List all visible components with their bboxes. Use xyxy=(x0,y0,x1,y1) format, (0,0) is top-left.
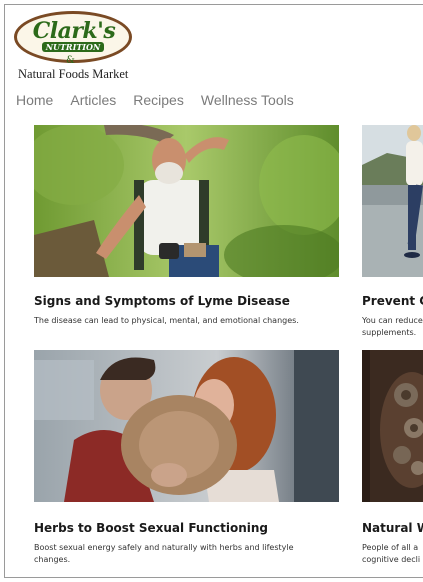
article-title[interactable]: Natural W xyxy=(362,521,423,535)
nav-home[interactable]: Home xyxy=(16,92,53,108)
article-card-natural[interactable]: Natural W People of all a cognitive decl… xyxy=(362,350,423,570)
nav-recipes[interactable]: Recipes xyxy=(133,92,184,108)
article-image-hiker[interactable] xyxy=(34,125,339,277)
article-image-gears[interactable] xyxy=(362,350,423,502)
article-description: You can reduce supplements. xyxy=(362,316,423,337)
nav-articles[interactable]: Articles xyxy=(70,92,116,108)
article-description: People of all a cognitive decli xyxy=(362,543,421,564)
logo-subtitle: NUTRITION xyxy=(42,42,104,52)
article-image-couple[interactable] xyxy=(34,350,339,502)
article-description: Boost sexual energy safely and naturally… xyxy=(34,543,294,564)
nav-wellness-tools[interactable]: Wellness Tools xyxy=(201,92,294,108)
article-card-prevent[interactable]: Prevent Co You can reduce supplements. xyxy=(362,125,423,345)
article-title[interactable]: Prevent Co xyxy=(362,294,423,308)
logo-ampersand: & xyxy=(66,55,75,66)
article-card-herbs[interactable]: Herbs to Boost Sexual Functioning Boost … xyxy=(34,350,339,565)
logo-wordmark: Clark's xyxy=(32,18,116,44)
article-description: The disease can lead to physical, mental… xyxy=(34,316,299,325)
article-image-beach[interactable] xyxy=(362,125,423,277)
logo-tagline: Natural Foods Market xyxy=(18,67,129,81)
article-title[interactable]: Herbs to Boost Sexual Functioning xyxy=(34,521,268,535)
article-title[interactable]: Signs and Symptoms of Lyme Disease xyxy=(34,294,290,308)
article-card-lyme[interactable]: Signs and Symptoms of Lyme Disease The d… xyxy=(34,125,339,335)
main-nav: Home Articles Recipes Wellness Tools xyxy=(16,92,294,108)
site-logo[interactable]: Clark's NUTRITION & Natural Foods Market xyxy=(14,11,138,83)
